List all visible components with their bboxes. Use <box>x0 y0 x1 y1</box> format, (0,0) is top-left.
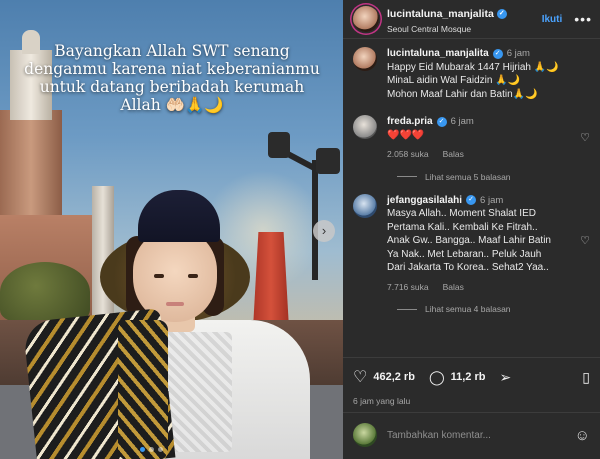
smiley-icon[interactable]: ☺ <box>575 427 590 444</box>
carousel-next-button[interactable]: › <box>313 220 335 242</box>
songket-scarf-fold <box>118 320 168 459</box>
eye <box>154 274 164 278</box>
comment-likes[interactable]: 2.058 suka <box>387 148 429 162</box>
carousel-dot <box>149 447 154 452</box>
mouth <box>166 302 184 306</box>
commenter-avatar[interactable] <box>353 115 377 139</box>
replies-line <box>397 308 417 310</box>
caption-time: 6 jam <box>506 48 530 59</box>
comment: freda.pria ✓ 6 jam ❤️❤️❤️ 2.058 suka Bal… <box>353 115 590 162</box>
post-time-ago: 6 jam yang lalu <box>353 396 411 406</box>
verified-badge-icon: ✓ <box>466 195 477 206</box>
person <box>22 190 320 459</box>
carousel-dot-active <box>140 447 145 452</box>
commenter-avatar[interactable] <box>353 193 377 218</box>
replies-line <box>397 176 417 177</box>
peci-cap <box>138 190 220 242</box>
face <box>133 230 217 322</box>
action-bar: ♡ 462,2 rb ◯ 11,2 rb ➢ ▯ <box>343 358 600 396</box>
bookmark-icon[interactable]: ▯ <box>582 369 590 386</box>
comment-like-heart-icon[interactable]: ♡ <box>580 234 590 247</box>
comment-input[interactable]: Tambahkan komentar... <box>387 430 575 441</box>
eye <box>188 274 198 278</box>
caption-username[interactable]: lucintaluna_manjalita <box>387 47 489 61</box>
comment-text: Ya Nak.. Met Lebaran.. Peluk Jauh <box>387 248 542 260</box>
comments-list: lucintaluna_manjalita ✓ 6 jam Happy Eid … <box>343 39 600 357</box>
post-location[interactable]: Seoul Central Mosque <box>387 24 542 34</box>
comment-like-heart-icon[interactable]: ♡ <box>580 131 590 144</box>
comment-time: 6 jam <box>480 194 504 206</box>
comment-text: Pertama Kali.. Kembali Ke Fitrah.. <box>387 221 538 233</box>
current-user-avatar <box>353 423 377 447</box>
comment-composer: Tambahkan komentar... ☺ <box>343 413 600 457</box>
like-count[interactable]: 462,2 rb <box>373 371 415 383</box>
author-avatar[interactable] <box>353 6 379 32</box>
comment-likes[interactable]: 7.716 suka <box>387 281 429 295</box>
follow-button[interactable]: Ikuti <box>542 14 563 25</box>
comment: jefanggasilalahi ✓ 6 jam Masya Allah.. M… <box>353 193 590 295</box>
comment-text: Masya Allah.. Moment Shalat IED <box>387 208 536 219</box>
author-username[interactable]: lucintaluna_manjalita ✓ <box>387 8 507 20</box>
post-side-panel: lucintaluna_manjalita ✓ Seoul Central Mo… <box>343 0 600 459</box>
post-header: lucintaluna_manjalita ✓ Seoul Central Mo… <box>343 0 600 38</box>
more-options-icon[interactable]: ••• <box>574 11 592 27</box>
post-photo[interactable]: Bayangkan Allah SWT senang denganmu kare… <box>0 0 343 459</box>
comment-text: Dari Jakarta To Korea.. Sehat2 Yaa.. <box>387 262 549 273</box>
view-replies-link[interactable]: Lihat semua 5 balasan <box>397 172 590 182</box>
heart-outline-icon[interactable]: ♡ <box>353 367 367 387</box>
comment-bubble-icon[interactable]: ◯ <box>429 369 445 386</box>
carousel-dot <box>158 447 163 452</box>
caption-line: Mohon Maaf Lahir dan Batin🙏🌙 <box>387 88 538 100</box>
caption-line: Happy Eid Mubarak 1447 Hijriah 🙏🌙 <box>387 61 559 73</box>
comment-text: ❤️❤️❤️ <box>387 129 425 141</box>
reply-button[interactable]: Balas <box>443 148 464 162</box>
verified-badge-icon: ✓ <box>436 116 447 127</box>
street-lamp-head <box>316 148 340 174</box>
carousel-dots <box>140 447 163 452</box>
view-replies-link[interactable]: Lihat semua 4 balasan <box>397 304 590 314</box>
comment-time: 6 jam <box>450 116 474 127</box>
paper-plane-icon[interactable]: ➢ <box>499 369 511 386</box>
commenter-username[interactable]: jefanggasilalahi <box>387 194 462 208</box>
verified-badge-icon: ✓ <box>492 48 503 59</box>
photo-overlay-text: Bayangkan Allah SWT senang denganmu kare… <box>24 42 320 114</box>
caption-line: MinaL aidin Wal Faidzin 🙏🌙 <box>387 75 521 86</box>
caption-avatar[interactable] <box>353 47 377 71</box>
verified-badge-icon: ✓ <box>496 9 507 19</box>
comment-text: Anak Gw.. Bangga.. Maaf Lahir Batin <box>387 235 551 246</box>
reply-button[interactable]: Balas <box>443 281 464 295</box>
street-lamp-head <box>268 132 290 158</box>
commenter-username[interactable]: freda.pria <box>387 115 433 129</box>
caption: lucintaluna_manjalita ✓ 6 jam Happy Eid … <box>353 47 590 101</box>
comment-count[interactable]: 11,2 rb <box>451 371 486 383</box>
